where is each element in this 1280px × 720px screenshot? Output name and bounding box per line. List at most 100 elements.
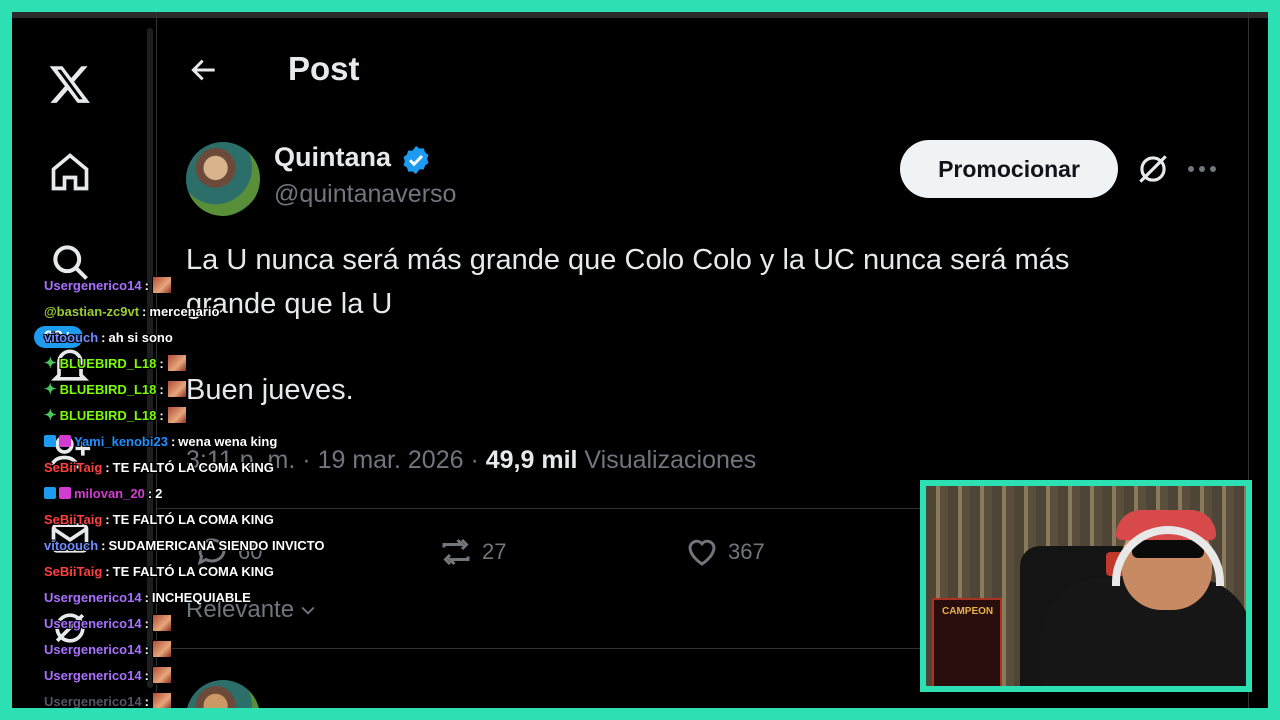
chat-username[interactable]: Usergenerico14 [44, 694, 142, 709]
avatar[interactable] [186, 142, 260, 216]
chat-message: milovan_20:2 [44, 482, 162, 504]
chat-badge-icon: ✦ [44, 355, 57, 372]
tweet-date[interactable]: 19 mar. 2026 [318, 446, 464, 474]
chat-message: vitoouch: ah si sono [44, 326, 173, 348]
chat-separator: : [144, 667, 149, 683]
home-icon[interactable] [46, 148, 94, 196]
chat-message: SeBiiTaig: TE FALTÓ LA COMA KING [44, 508, 274, 530]
chat-separator: : [144, 589, 149, 605]
chat-text: TE FALTÓ LA COMA KING [112, 459, 274, 475]
chat-message: Usergenerico14: INCHEQUIABLE [44, 586, 251, 608]
chat-emote-icon [166, 380, 187, 398]
chat-separator: : [170, 433, 176, 449]
chat-text: wena wena king [178, 433, 278, 449]
chat-text: mercenario [149, 303, 220, 319]
retweet-button[interactable]: 27 [438, 534, 506, 570]
chat-message: ✦ BLUEBIRD_L18: [44, 404, 187, 426]
chat-username[interactable]: BLUEBIRD_L18 [60, 408, 157, 423]
chat-username[interactable]: BLUEBIRD_L18 [60, 356, 157, 371]
promote-button[interactable]: Promocionar [900, 140, 1118, 198]
chat-badge-icon [59, 487, 71, 499]
tweet-text-line: Buen jueves. [186, 374, 354, 406]
chat-username[interactable]: @bastian-zc9vt [44, 304, 139, 319]
chat-username[interactable]: Usergenerico14 [44, 668, 142, 683]
chat-username[interactable]: Usergenerico14 [44, 590, 142, 605]
author-name[interactable]: Quintana [274, 142, 391, 173]
chat-text: 2 [155, 485, 163, 501]
chat-text: SUDAMERICANA SIENDO INVICTO [108, 537, 325, 553]
chat-badge-icon [44, 435, 56, 447]
chat-emote-icon [151, 666, 172, 684]
chat-username[interactable]: SeBiiTaig [44, 460, 102, 475]
views-count: 49,9 mil [485, 446, 578, 474]
chat-separator: : [144, 277, 149, 293]
chat-separator: : [159, 407, 164, 423]
chat-message: @bastian-zc9vt: mercenario [44, 300, 219, 322]
verified-badge-icon [403, 146, 429, 174]
chat-message: SeBiiTaig: TE FALTÓ LA COMA KING [44, 456, 274, 478]
back-button[interactable] [184, 50, 224, 90]
chat-message: vitoouch: SUDAMERICANA SIENDO INVICTO [44, 534, 324, 556]
more-options-button[interactable] [1184, 154, 1220, 184]
chat-message: Usergenerico14: [44, 638, 172, 660]
chat-separator: : [142, 303, 147, 319]
chat-message: Usergenerico14: [44, 690, 172, 708]
like-button[interactable]: 367 [684, 534, 765, 570]
chat-message: Usergenerico14: [44, 274, 172, 296]
page-title: Post [288, 50, 360, 87]
chat-text: INCHEQUIABLE [151, 589, 251, 605]
chat-separator: : [105, 459, 110, 475]
reply-avatar[interactable] [186, 680, 260, 708]
chat-emote-icon [166, 354, 187, 372]
chat-text: ah si sono [108, 329, 173, 345]
chat-message: Usergenerico14: [44, 664, 172, 686]
like-count: 367 [728, 539, 765, 564]
chat-username[interactable]: Usergenerico14 [44, 642, 142, 657]
grok-icon[interactable] [1134, 150, 1172, 188]
chat-separator: : [147, 485, 153, 501]
chat-emote-icon [151, 640, 172, 658]
chat-username[interactable]: vitoouch [44, 330, 98, 345]
chat-username[interactable]: Yami_kenobi23 [74, 434, 168, 449]
chat-message: ✦ BLUEBIRD_L18: [44, 378, 187, 400]
chat-username[interactable]: Usergenerico14 [44, 616, 142, 631]
chat-username[interactable]: SeBiiTaig [44, 564, 102, 579]
more-dots-icon [1188, 166, 1216, 172]
chat-badge-icon: ✦ [44, 407, 57, 424]
chat-separator: : [101, 329, 106, 345]
chat-badge-icon [44, 487, 56, 499]
arrow-left-icon [191, 59, 215, 81]
chat-username[interactable]: BLUEBIRD_L18 [60, 382, 157, 397]
chat-emote-icon [151, 692, 172, 708]
chat-separator: : [159, 355, 164, 371]
chat-badge-icon: ✦ [44, 381, 57, 398]
chat-separator: : [159, 381, 164, 397]
wall-poster: CAMPEON [932, 598, 1002, 686]
tweet-text-line: La U nunca será más grande que Colo Colo… [186, 244, 1070, 276]
chat-emote-icon [151, 276, 172, 294]
chat-text: TE FALTÓ LA COMA KING [112, 563, 274, 579]
chat-message: SeBiiTaig: TE FALTÓ LA COMA KING [44, 560, 274, 582]
author-handle[interactable]: @quintanaverso [274, 180, 456, 209]
chat-emote-icon [166, 406, 187, 424]
webcam-overlay: CAMPEON [920, 480, 1252, 692]
chat-emote-icon [151, 614, 172, 632]
chat-message: ✦ BLUEBIRD_L18: [44, 352, 187, 374]
chat-separator: : [144, 693, 149, 709]
chat-username[interactable]: milovan_20 [74, 486, 145, 501]
heart-icon [688, 539, 716, 566]
chat-separator: : [105, 511, 110, 527]
x-logo-icon[interactable] [46, 60, 94, 108]
chat-text: TE FALTÓ LA COMA KING [112, 511, 274, 527]
chat-separator: : [144, 641, 149, 657]
retweet-icon [442, 538, 470, 566]
chat-username[interactable]: Usergenerico14 [44, 278, 142, 293]
chat-message: Usergenerico14: [44, 612, 172, 634]
poster-text: CAMPEON [942, 606, 994, 617]
chat-separator: : [144, 615, 149, 631]
retweet-count: 27 [482, 539, 507, 564]
chat-separator: : [101, 537, 106, 553]
chat-badge-icon [59, 435, 71, 447]
chat-username[interactable]: SeBiiTaig [44, 512, 102, 527]
chat-username[interactable]: vitoouch [44, 538, 98, 553]
